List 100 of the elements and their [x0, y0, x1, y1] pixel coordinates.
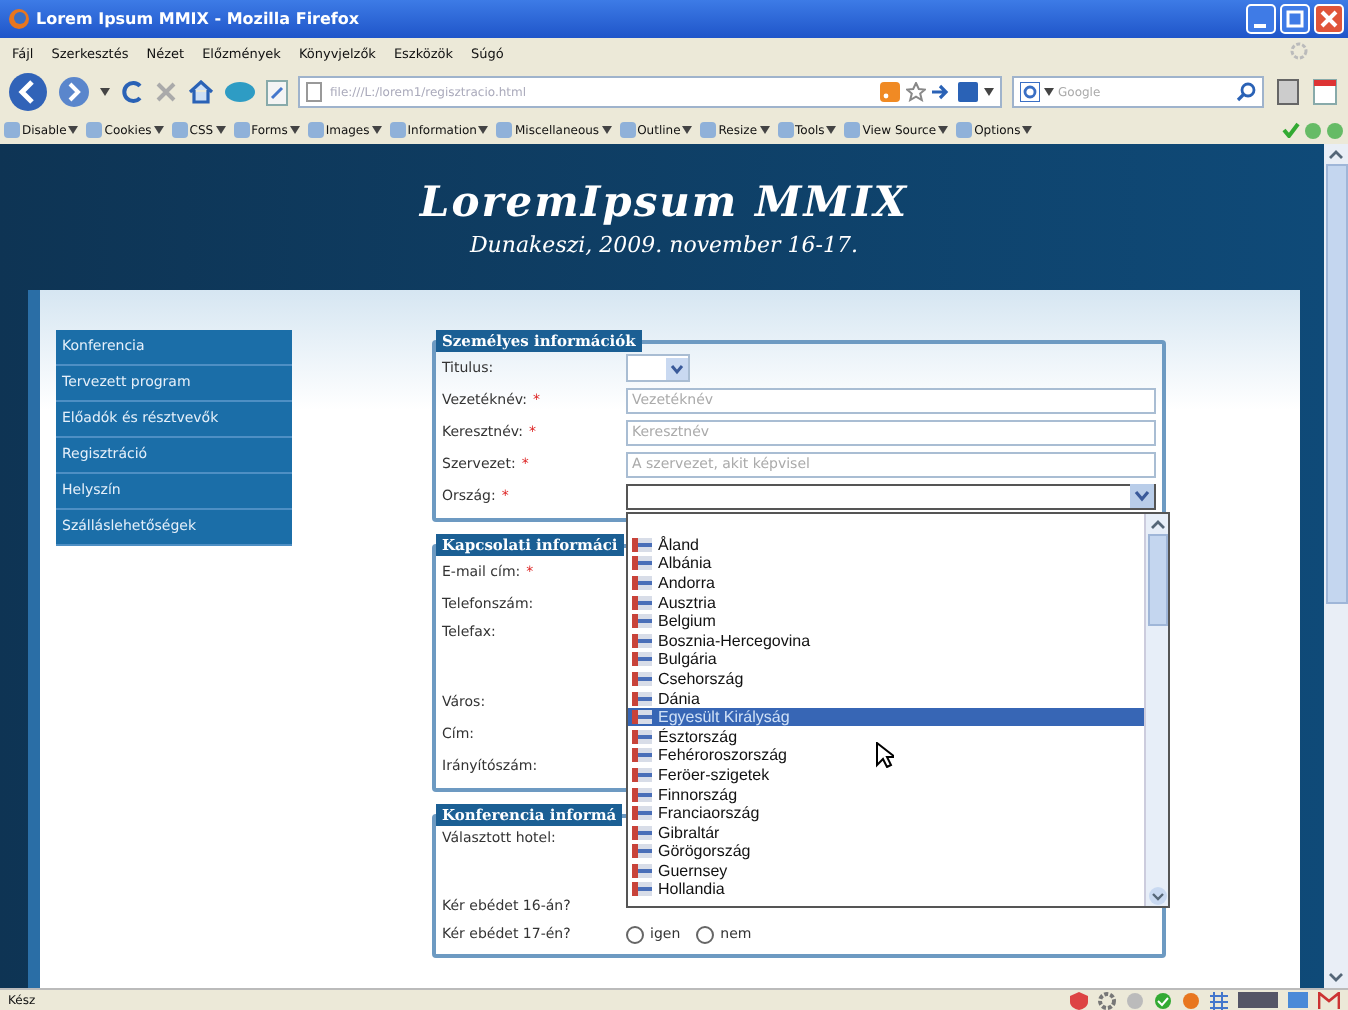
page-icon	[306, 82, 322, 102]
star-icon[interactable]	[906, 82, 926, 102]
dropdown-option[interactable]: Bulgária	[628, 650, 1144, 670]
grid-icon	[1210, 991, 1228, 1009]
flag-icon	[632, 825, 652, 840]
caret-icon	[215, 126, 226, 134]
flag-icon	[632, 691, 652, 706]
flag-icon	[632, 787, 652, 802]
flag-icon	[632, 844, 652, 859]
dropdown-option[interactable]: Franciaország	[628, 803, 1144, 823]
shield-icon	[1070, 991, 1088, 1009]
dropdown-option[interactable]: Dánia	[628, 688, 1144, 708]
dropdown-option[interactable]: Fehéroroszország	[628, 746, 1144, 766]
flag-icon	[632, 710, 652, 725]
dropdown-option[interactable]: Åland	[628, 535, 1144, 555]
tool-icon	[4, 122, 20, 138]
caret-icon	[68, 126, 79, 134]
dropdown-option[interactable]: Hollandia	[628, 880, 1144, 900]
flag-icon	[632, 614, 652, 629]
caret-icon	[938, 126, 949, 134]
tool-icon	[389, 122, 406, 138]
radio-button[interactable]	[696, 925, 715, 943]
dropdown-option[interactable]: Guernsey	[628, 861, 1144, 881]
dropdown-option[interactable]: Görögország	[628, 842, 1144, 862]
rss-icon[interactable]	[880, 82, 900, 102]
dropdown-option[interactable]: Feröer-szigetek	[628, 765, 1144, 785]
dropdown-option[interactable]: Gibraltár	[628, 822, 1144, 842]
flag-icon	[632, 748, 652, 763]
caret-icon	[478, 126, 489, 134]
dropdown-arrow-icon	[1130, 484, 1154, 508]
radio-button[interactable]	[626, 925, 644, 943]
caret-icon	[826, 126, 837, 134]
site-subtitle: Dunakeszi, 2009. november 16-17.	[469, 232, 859, 258]
flag-icon	[632, 575, 652, 590]
tool-icon	[171, 122, 188, 138]
gear-icon	[1098, 991, 1116, 1009]
select-field[interactable]	[626, 483, 1156, 509]
dropdown-option[interactable]: Bosznia-Hercegovina	[628, 630, 1144, 651]
page-icon[interactable]	[266, 79, 288, 105]
home-icon[interactable]	[188, 80, 214, 104]
site-title: LoremIpsum MMIX	[419, 176, 909, 226]
maximize-icon[interactable]	[1280, 4, 1310, 34]
tool-icon	[86, 122, 103, 138]
caret-icon	[289, 126, 300, 134]
flag-icon	[632, 537, 652, 552]
flag-icon	[632, 882, 652, 897]
flag-icon	[632, 671, 652, 686]
dropdown-option[interactable]: Csehország	[628, 669, 1144, 689]
dropdown-option[interactable]: Egyesült Királyság	[628, 707, 1144, 727]
caret-icon	[984, 88, 994, 96]
tool-icon	[956, 122, 973, 138]
scroll-thumb[interactable]	[1147, 533, 1167, 625]
page-scrollbar[interactable]	[1324, 144, 1348, 988]
caret-icon	[1044, 88, 1054, 96]
minimize-icon[interactable]	[1246, 4, 1276, 34]
caret-icon	[1022, 126, 1033, 134]
spinner-icon	[1290, 42, 1308, 60]
tool-icon	[844, 122, 861, 138]
caret-icon	[682, 126, 693, 134]
dropdown-option[interactable]: Észtország	[628, 726, 1144, 747]
scrollbar[interactable]	[1144, 513, 1168, 905]
check-icon	[1282, 121, 1300, 137]
caret-icon	[100, 88, 110, 96]
flag-icon	[632, 556, 652, 571]
dropdown-option[interactable]: Ausztria	[628, 592, 1144, 612]
tool-icon	[233, 122, 250, 138]
check-circle-icon	[1154, 991, 1172, 1009]
circle-icon	[1304, 121, 1322, 139]
search-icon[interactable]	[1236, 82, 1256, 102]
arrow-icon[interactable]	[932, 82, 952, 102]
caret-icon	[601, 126, 612, 134]
flag-icon	[632, 595, 652, 610]
window-title: Lorem Ipsum MMIX - Mozilla Firefox	[36, 10, 362, 28]
dropdown-option[interactable]: Andorra	[628, 573, 1144, 593]
reload-icon[interactable]	[120, 80, 144, 104]
mail-icon	[1318, 991, 1340, 1009]
tool-icon	[496, 122, 513, 138]
forward-icon[interactable]	[58, 76, 90, 108]
tool-icon	[777, 122, 794, 138]
dropdown-option[interactable]: Albánia	[628, 554, 1144, 574]
rectangle-icon	[1238, 992, 1278, 1008]
square-icon	[1288, 992, 1308, 1008]
dropdown-option[interactable]: Finnország	[628, 784, 1144, 804]
document-icon[interactable]	[1312, 78, 1340, 106]
mouse-cursor-icon	[876, 741, 894, 767]
caret-icon	[759, 126, 770, 134]
dropdown-option[interactable]: Belgium	[628, 611, 1144, 631]
caret-icon	[153, 126, 164, 134]
flag-icon	[632, 863, 652, 878]
scroll-thumb[interactable]	[1325, 164, 1347, 604]
caret-icon	[371, 126, 382, 134]
tool-icon	[619, 122, 636, 138]
back-icon[interactable]	[8, 72, 48, 112]
printer-icon[interactable]	[1274, 78, 1302, 106]
scroll-down-icon[interactable]	[1147, 885, 1167, 905]
flag-icon	[632, 806, 652, 821]
close-icon[interactable]	[1314, 4, 1344, 34]
circle-icon	[1326, 121, 1344, 139]
flag-icon	[632, 729, 652, 744]
select-field[interactable]	[626, 354, 690, 382]
